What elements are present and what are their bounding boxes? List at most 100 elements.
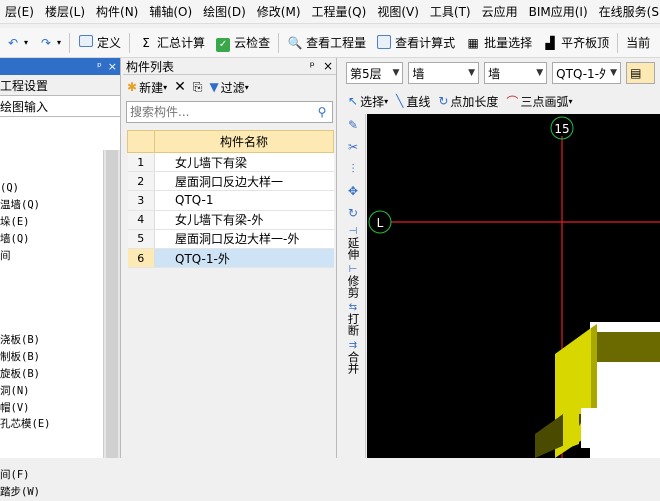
tree-item[interactable]: 洞(N) [0, 383, 104, 400]
component-name-cell[interactable]: 屋面洞口反边大样一-外 [154, 229, 334, 249]
rotate-icon[interactable]: ↻ [340, 202, 366, 224]
search-input[interactable] [127, 102, 312, 122]
chevron-down-icon: ▼ [392, 68, 400, 78]
flush-top-button[interactable]: ▟ 平齐板顶 [537, 31, 614, 55]
menu-tools[interactable]: 工具(T) [425, 3, 477, 20]
menu-modify[interactable]: 修改(M) [252, 3, 307, 20]
line-icon: ╲ [396, 94, 404, 108]
search-icon[interactable]: ⚲ [312, 102, 332, 122]
canvas-svg: 15 L [368, 116, 660, 458]
arc-button[interactable]: ⌒ 三点画弧 ▾ [506, 93, 572, 110]
main-toolbar: ↶ ▾ ↷ ▾ 定义 Σ 汇总计算 ✓ 云检查 🔍 查看工程量 查看计算式 ▦ 批量选择 ▟… [0, 28, 660, 58]
component-name-cell[interactable]: 屋面洞口反边大样一 [154, 171, 334, 192]
new-button[interactable]: ✱ 新建 ▾ [127, 79, 167, 96]
column-header-name[interactable]: 构件名称 [154, 130, 334, 153]
component-toolbar: ✱ 新建 ▾ ✕ ⎘ ▼ 过滤 ▾ [123, 75, 336, 99]
batch-select-button[interactable]: ▦ 批量选择 [460, 31, 537, 55]
extend-icon: ⊣ [348, 226, 358, 237]
scrollbar[interactable] [103, 150, 120, 458]
table-row[interactable]: 4 女儿墙下有梁-外 [127, 210, 334, 230]
menu-draw[interactable]: 绘图(D) [198, 3, 252, 20]
merge-button[interactable]: ⇉ 合并 [340, 336, 366, 374]
type-select-2[interactable]: 墙 ▼ [484, 62, 548, 84]
extend-button[interactable]: ⊣ 延伸 [340, 224, 366, 260]
undo-button[interactable]: ↶ ▾ [0, 31, 33, 55]
tree-item[interactable]: (Q) [0, 180, 104, 197]
scissors-icon[interactable]: ✂ [340, 136, 366, 158]
row-number: 4 [127, 210, 155, 230]
break-button[interactable]: ⇆ 打断 [340, 298, 366, 336]
menu-quantity[interactable]: 工程量(Q) [307, 3, 373, 20]
drawing-canvas[interactable]: 15 L [367, 114, 660, 458]
tree-item[interactable]: 制板(B) [0, 349, 104, 366]
view-quantity-button[interactable]: 🔍 查看工程量 [282, 31, 371, 55]
close-icon[interactable]: × [323, 59, 333, 73]
scrollbar-thumb[interactable] [106, 150, 118, 458]
type-select-1[interactable]: 墙 ▼ [408, 62, 480, 84]
tree-item[interactable]: 浇板(B) [0, 332, 104, 349]
line-button[interactable]: ╲ 直线 [396, 93, 430, 110]
table-row[interactable]: 5 屋面洞口反边大样一-外 [127, 229, 334, 249]
component-name-cell[interactable]: QTQ-1 [154, 190, 334, 211]
tree-item [0, 281, 104, 298]
move-icon[interactable]: ✥ [340, 180, 366, 202]
component-name-cell[interactable]: 女儿墙下有梁-外 [154, 210, 334, 230]
tree-item[interactable]: 间 [0, 248, 104, 265]
tab-drawing-input[interactable]: 绘图输入 [0, 96, 120, 117]
tree-item[interactable]: 孔芯模(E) [0, 416, 104, 433]
filter-icon: ▼ [209, 80, 219, 94]
tree-item[interactable]: 旋板(B) [0, 366, 104, 383]
floor-select[interactable]: 第5层 ▼ [346, 62, 404, 84]
summary-button[interactable]: Σ 汇总计算 [133, 31, 210, 55]
copy-button[interactable]: ⎘ [193, 80, 203, 95]
tree-item[interactable]: 间(F) [0, 467, 104, 484]
menu-view[interactable]: 视图(V) [372, 3, 425, 20]
chevron-down-icon: ▼ [610, 68, 618, 78]
select-button[interactable]: ↖ 选择 ▾ [348, 93, 388, 110]
menu-cloud[interactable]: 云应用 [477, 3, 524, 20]
redo-button[interactable]: ↷ ▾ [33, 31, 66, 55]
cloud-check-button[interactable]: ✓ 云检查 [210, 31, 275, 55]
table-row[interactable]: 6 QTQ-1-外 [127, 248, 334, 269]
tree-item [0, 298, 104, 315]
menu-layer[interactable]: 层(E) [0, 3, 40, 20]
current-button[interactable]: 当前 [621, 31, 655, 55]
component-table: 构件名称 1 女儿墙下有梁 2 屋面洞口反边大样一 3 QTQ-1 4 女儿墙下有梁-外 5 屋面… [127, 130, 334, 269]
filter-button[interactable]: ▼ 过滤 ▾ [209, 79, 248, 96]
tree-item[interactable]: 踏步(W) [0, 484, 104, 501]
add-length-button[interactable]: ↻ 点加长度 [438, 93, 498, 110]
tree-item[interactable]: 温墙(Q) [0, 197, 104, 214]
close-icon[interactable]: × [105, 60, 120, 73]
table-row[interactable]: 2 屋面洞口反边大样一 [127, 171, 334, 192]
table-row[interactable]: 3 QTQ-1 [127, 190, 334, 211]
menu-online[interactable]: 在线服务(S) [594, 3, 660, 20]
define-button[interactable]: 定义 [73, 31, 126, 55]
tree-item[interactable]: 墙(Q) [0, 231, 104, 248]
component-tree: (Q) 温墙(Q) 垛(E) 墙(Q) 间浇板(B) 制板(B) 旋板(B) 洞(N) 帽(V)… [0, 180, 104, 501]
cursor-icon: ↖ [348, 94, 359, 108]
row-number: 6 [127, 248, 155, 269]
pin-icon[interactable]: ᵖ [310, 59, 315, 73]
tree-item[interactable]: 帽(V) [0, 400, 104, 417]
component-name-cell[interactable]: QTQ-1-外 [154, 248, 334, 269]
menu-bim[interactable]: BIM应用(I) [524, 3, 594, 20]
delete-button[interactable]: ✕ [174, 79, 186, 95]
component-select[interactable]: QTQ-1-外 ▼ [552, 62, 622, 84]
menu-aux-axis[interactable]: 辅轴(O) [144, 3, 198, 20]
properties-button[interactable]: ▤ [626, 62, 655, 84]
separator [69, 32, 71, 53]
formula-icon [376, 34, 392, 51]
brush-icon[interactable]: ✎ [340, 114, 366, 136]
tree-item[interactable]: 垛(E) [0, 214, 104, 231]
mirror-icon[interactable]: ⫶ [340, 158, 366, 180]
trim-button[interactable]: ⊢ 修剪 [340, 260, 366, 298]
pin-icon[interactable]: ᵖ [94, 60, 105, 73]
table-row[interactable]: 1 女儿墙下有梁 [127, 152, 334, 173]
row-number: 3 [127, 190, 155, 211]
magnifier-icon: 🔍 [287, 35, 303, 50]
component-name-cell[interactable]: 女儿墙下有梁 [154, 152, 334, 173]
tab-project-settings[interactable]: 工程设置 [0, 75, 120, 96]
menu-component[interactable]: 构件(N) [91, 3, 144, 20]
menu-floor[interactable]: 楼层(L) [40, 3, 91, 20]
view-formula-button[interactable]: 查看计算式 [371, 31, 460, 55]
